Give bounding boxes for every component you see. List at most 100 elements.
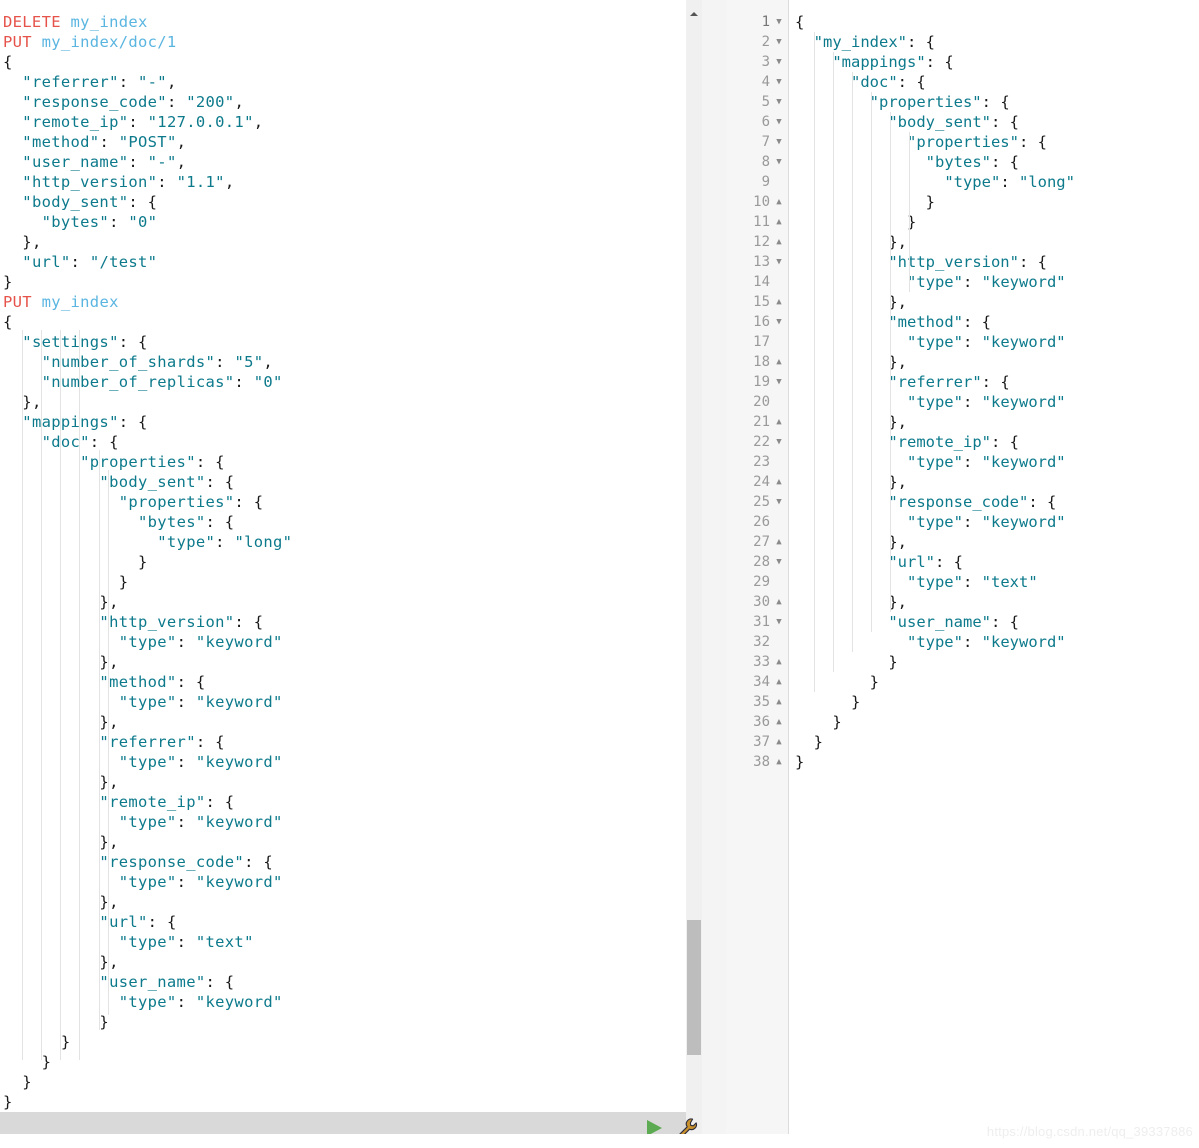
fold-open-icon[interactable]: ▼ — [774, 252, 784, 272]
code-line[interactable]: }, — [0, 232, 686, 252]
code-line[interactable]: "number_of_replicas": "0" — [0, 372, 686, 392]
response-line[interactable]: 30 ▲ }, — [726, 592, 1199, 612]
response-line[interactable]: 36 ▲ } — [726, 712, 1199, 732]
code-line[interactable]: }, — [0, 892, 686, 912]
fold-close-icon[interactable]: ▲ — [774, 592, 784, 612]
response-line[interactable]: 37 ▲ } — [726, 732, 1199, 752]
response-line[interactable]: 23 "type": "keyword" — [726, 452, 1199, 472]
fold-open-icon[interactable]: ▼ — [774, 612, 784, 632]
fold-close-icon[interactable]: ▲ — [774, 212, 784, 232]
code-line[interactable]: "type": "keyword" — [0, 992, 686, 1012]
code-line[interactable]: "mappings": { — [0, 412, 686, 432]
scroll-up-arrow-icon[interactable] — [686, 8, 702, 20]
code-line[interactable]: "number_of_shards": "5", — [0, 352, 686, 372]
active-request-line[interactable]: GET my_index/_mapping — [0, 1112, 686, 1148]
fold-open-icon[interactable]: ▼ — [774, 12, 784, 32]
fold-open-icon[interactable]: ▼ — [774, 312, 784, 332]
code-line[interactable]: "remote_ip": "127.0.0.1", — [0, 112, 686, 132]
response-line[interactable]: 17 "type": "keyword" — [726, 332, 1199, 352]
fold-close-icon[interactable]: ▲ — [774, 732, 784, 752]
code-line[interactable]: }, — [0, 592, 686, 612]
response-viewer-pane[interactable]: 1 ▼{2 ▼ "my_index": {3 ▼ "mappings": {4 ▼ "d… — [726, 0, 1199, 1148]
response-line[interactable]: 12 ▲ }, — [726, 232, 1199, 252]
code-line[interactable]: "doc": { — [0, 432, 686, 452]
response-line[interactable]: 16 ▼ "method": { — [726, 312, 1199, 332]
code-line[interactable]: }, — [0, 392, 686, 412]
fold-open-icon[interactable]: ▼ — [774, 72, 784, 92]
code-line[interactable]: "body_sent": { — [0, 472, 686, 492]
response-line[interactable]: 28 ▼ "url": { — [726, 552, 1199, 572]
code-line[interactable]: "properties": { — [0, 492, 686, 512]
code-line[interactable]: PUT my_index/doc/1 — [0, 32, 686, 52]
code-line[interactable]: "user_name": { — [0, 972, 686, 992]
response-line[interactable]: 15 ▲ }, — [726, 292, 1199, 312]
code-line[interactable]: } — [0, 1092, 686, 1112]
code-line[interactable]: } — [0, 572, 686, 592]
response-line[interactable]: 38 ▲} — [726, 752, 1199, 772]
fold-close-icon[interactable]: ▲ — [774, 672, 784, 692]
code-line[interactable]: } — [0, 552, 686, 572]
code-line[interactable]: "type": "keyword" — [0, 632, 686, 652]
response-line[interactable]: 32 "type": "keyword" — [726, 632, 1199, 652]
code-line[interactable]: "properties": { — [0, 452, 686, 472]
code-line[interactable]: "http_version": { — [0, 612, 686, 632]
fold-close-icon[interactable]: ▲ — [774, 192, 784, 212]
code-line[interactable]: } — [0, 1052, 686, 1072]
response-line[interactable]: 7 ▼ "properties": { — [726, 132, 1199, 152]
code-line[interactable]: "response_code": { — [0, 852, 686, 872]
response-line[interactable]: 14 "type": "keyword" — [726, 272, 1199, 292]
fold-close-icon[interactable]: ▲ — [774, 692, 784, 712]
fold-open-icon[interactable]: ▼ — [774, 372, 784, 392]
fold-close-icon[interactable]: ▲ — [774, 472, 784, 492]
code-line[interactable]: } — [0, 1072, 686, 1092]
fold-open-icon[interactable]: ▼ — [774, 112, 784, 132]
code-line[interactable]: "url": "/test" — [0, 252, 686, 272]
response-line[interactable]: 22 ▼ "remote_ip": { — [726, 432, 1199, 452]
code-line[interactable]: }, — [0, 712, 686, 732]
fold-open-icon[interactable]: ▼ — [774, 32, 784, 52]
code-line[interactable]: }, — [0, 952, 686, 972]
code-line[interactable]: DELETE my_index — [0, 12, 686, 32]
code-line[interactable]: "settings": { — [0, 332, 686, 352]
code-line[interactable]: "response_code": "200", — [0, 92, 686, 112]
response-line[interactable]: 6 ▼ "body_sent": { — [726, 112, 1199, 132]
response-line[interactable]: 27 ▲ }, — [726, 532, 1199, 552]
code-line[interactable]: "referrer": { — [0, 732, 686, 752]
fold-open-icon[interactable]: ▼ — [774, 152, 784, 172]
response-line[interactable]: 5 ▼ "properties": { — [726, 92, 1199, 112]
fold-open-icon[interactable]: ▼ — [774, 492, 784, 512]
response-line[interactable]: 4 ▼ "doc": { — [726, 72, 1199, 92]
code-line[interactable]: "type": "keyword" — [0, 752, 686, 772]
code-line[interactable]: } — [0, 272, 686, 292]
scrollbar-thumb[interactable] — [687, 920, 701, 1055]
code-line[interactable]: "type": "keyword" — [0, 812, 686, 832]
response-line[interactable]: 3 ▼ "mappings": { — [726, 52, 1199, 72]
code-line[interactable]: }, — [0, 832, 686, 852]
code-line[interactable]: "type": "keyword" — [0, 872, 686, 892]
response-line[interactable]: 1 ▼ { — [726, 12, 1199, 32]
response-line[interactable]: 10 ▲ } — [726, 192, 1199, 212]
fold-close-icon[interactable]: ▲ — [774, 352, 784, 372]
response-code-lines[interactable]: 1 ▼{2 ▼ "my_index": {3 ▼ "mappings": {4 ▼ "d… — [726, 12, 1199, 772]
code-line[interactable]: }, — [0, 772, 686, 792]
response-line[interactable]: 31 ▼ "user_name": { — [726, 612, 1199, 632]
code-line[interactable]: "method": "POST", — [0, 132, 686, 152]
code-line[interactable]: "type": "keyword" — [0, 692, 686, 712]
response-line[interactable]: 9 "type": "long" — [726, 172, 1199, 192]
code-line[interactable]: "remote_ip": { — [0, 792, 686, 812]
pane-divider[interactable] — [702, 0, 726, 1148]
fold-close-icon[interactable]: ▲ — [774, 652, 784, 672]
code-line[interactable]: "bytes": { — [0, 512, 686, 532]
response-line[interactable]: 19 ▼ "referrer": { — [726, 372, 1199, 392]
code-line[interactable]: "type": "text" — [0, 932, 686, 952]
fold-close-icon[interactable]: ▲ — [774, 532, 784, 552]
response-line[interactable]: 11 ▲ } — [726, 212, 1199, 232]
code-line[interactable]: "type": "long" — [0, 532, 686, 552]
fold-open-icon[interactable]: ▼ — [774, 552, 784, 572]
response-line[interactable]: 8 ▼ "bytes": { — [726, 152, 1199, 172]
code-line[interactable]: { — [0, 52, 686, 72]
response-line[interactable]: 21 ▲ }, — [726, 412, 1199, 432]
fold-close-icon[interactable]: ▲ — [774, 232, 784, 252]
response-line[interactable]: 18 ▲ }, — [726, 352, 1199, 372]
fold-close-icon[interactable]: ▲ — [774, 412, 784, 432]
